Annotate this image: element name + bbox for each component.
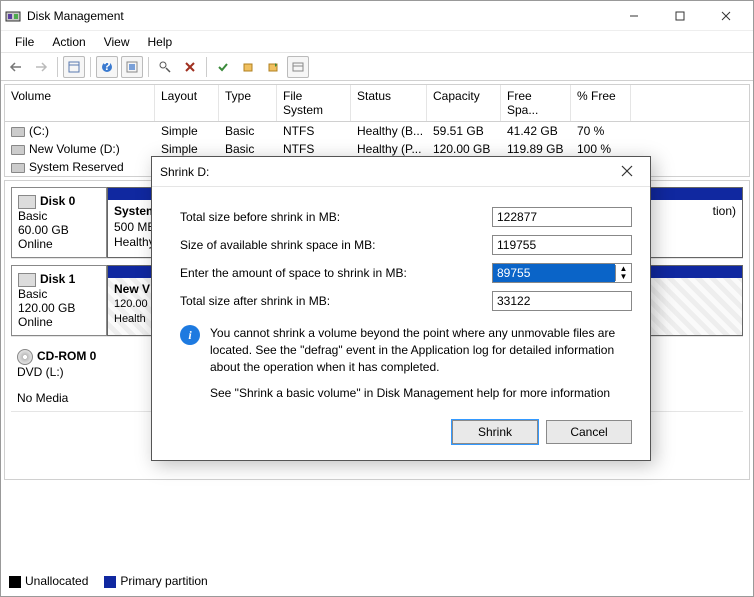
- col-volume[interactable]: Volume: [5, 85, 155, 121]
- field-total-after: 33122: [492, 291, 632, 311]
- title-bar: Disk Management: [1, 1, 753, 31]
- col-status[interactable]: Status: [351, 85, 427, 121]
- close-button[interactable]: [703, 1, 749, 31]
- col-filesystem[interactable]: File System: [277, 85, 351, 121]
- drive-icon: [11, 145, 25, 155]
- minimize-button[interactable]: [611, 1, 657, 31]
- checkmark-icon[interactable]: [212, 56, 234, 78]
- info-icon: i: [180, 325, 200, 345]
- toolbar-icon-2[interactable]: [121, 56, 143, 78]
- back-button[interactable]: [5, 56, 27, 78]
- delete-icon[interactable]: [179, 56, 201, 78]
- legend: Unallocated Primary partition: [9, 574, 208, 588]
- disk-info[interactable]: Disk 1 Basic 120.00 GB Online: [11, 265, 107, 336]
- svg-text:?: ?: [103, 61, 110, 73]
- toolbar-icon-5[interactable]: [287, 56, 309, 78]
- disk-info[interactable]: CD-ROM 0 DVD (L:) No Media: [11, 343, 107, 411]
- volume-name: System Reserved: [29, 160, 124, 174]
- label-total-after: Total size after shrink in MB:: [180, 294, 492, 308]
- toolbar-icon-3[interactable]: [237, 56, 259, 78]
- menu-action[interactable]: Action: [44, 33, 93, 51]
- volume-name: (C:): [29, 124, 49, 138]
- drive-icon: [11, 127, 25, 137]
- label-total-before: Total size before shrink in MB:: [180, 210, 492, 224]
- menu-help[interactable]: Help: [140, 33, 181, 51]
- volume-row[interactable]: (C:) Simple Basic NTFS Healthy (B... 59.…: [5, 122, 749, 140]
- toolbar: ?: [1, 53, 753, 81]
- legend-swatch-unallocated: [9, 576, 21, 588]
- field-total-before: 122877: [492, 207, 632, 227]
- col-pctfree[interactable]: % Free: [571, 85, 631, 121]
- maximize-button[interactable]: [657, 1, 703, 31]
- field-available: 119755: [492, 235, 632, 255]
- volume-name: New Volume (D:): [29, 142, 120, 156]
- forward-button[interactable]: [30, 56, 52, 78]
- window-title: Disk Management: [27, 9, 611, 23]
- menu-file[interactable]: File: [7, 33, 42, 51]
- legend-swatch-primary: [104, 576, 116, 588]
- label-enter-amount: Enter the amount of space to shrink in M…: [180, 266, 492, 280]
- app-icon: [5, 8, 21, 24]
- info-help-text: See "Shrink a basic volume" in Disk Mana…: [210, 385, 632, 402]
- col-free[interactable]: Free Spa...: [501, 85, 571, 121]
- spinner-down-icon[interactable]: ▼: [616, 273, 631, 281]
- spinner[interactable]: ▲ ▼: [615, 265, 631, 281]
- col-capacity[interactable]: Capacity: [427, 85, 501, 121]
- info-text: You cannot shrink a volume beyond the po…: [210, 325, 632, 375]
- col-layout[interactable]: Layout: [155, 85, 219, 121]
- disk-info[interactable]: Disk 0 Basic 60.00 GB Online: [11, 187, 107, 258]
- dialog-close-button[interactable]: [612, 164, 642, 180]
- disk-icon: [18, 195, 36, 209]
- help-icon[interactable]: ?: [96, 56, 118, 78]
- drive-icon: [11, 163, 25, 173]
- shrink-button[interactable]: Shrink: [452, 420, 538, 444]
- dialog-title: Shrink D:: [160, 165, 612, 179]
- menu-bar: File Action View Help: [1, 31, 753, 53]
- col-type[interactable]: Type: [219, 85, 277, 121]
- shrink-amount-input[interactable]: 89755 ▲ ▼: [492, 263, 632, 283]
- menu-view[interactable]: View: [96, 33, 138, 51]
- disk-icon: [18, 273, 36, 287]
- search-icon[interactable]: [154, 56, 176, 78]
- toolbar-icon-4[interactable]: [262, 56, 284, 78]
- shrink-dialog: Shrink D: Total size before shrink in MB…: [151, 156, 651, 461]
- cdrom-icon: [17, 349, 33, 365]
- label-available: Size of available shrink space in MB:: [180, 238, 492, 252]
- cancel-button[interactable]: Cancel: [546, 420, 632, 444]
- toolbar-icon[interactable]: [63, 56, 85, 78]
